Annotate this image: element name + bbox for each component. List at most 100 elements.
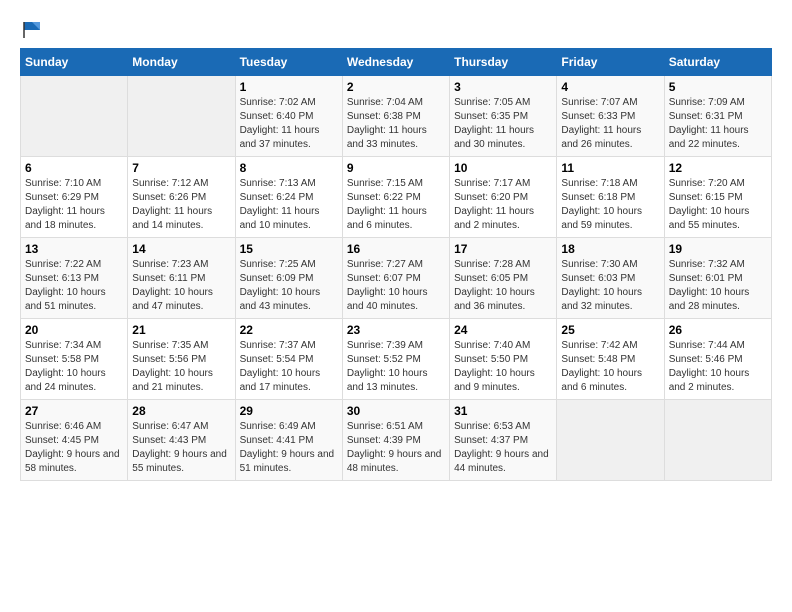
day-number: 30 bbox=[347, 404, 445, 418]
day-number: 28 bbox=[132, 404, 230, 418]
day-info: Sunrise: 7:39 AMSunset: 5:52 PMDaylight:… bbox=[347, 340, 428, 393]
calendar-cell: 6 Sunrise: 7:10 AMSunset: 6:29 PMDayligh… bbox=[21, 157, 128, 238]
calendar-cell bbox=[128, 76, 235, 157]
day-number: 23 bbox=[347, 323, 445, 337]
logo bbox=[20, 20, 42, 38]
calendar-cell: 3 Sunrise: 7:05 AMSunset: 6:35 PMDayligh… bbox=[450, 76, 557, 157]
day-number: 20 bbox=[25, 323, 123, 337]
calendar-cell: 16 Sunrise: 7:27 AMSunset: 6:07 PMDaylig… bbox=[342, 238, 449, 319]
calendar-cell: 26 Sunrise: 7:44 AMSunset: 5:46 PMDaylig… bbox=[664, 319, 771, 400]
day-number: 27 bbox=[25, 404, 123, 418]
calendar-cell: 5 Sunrise: 7:09 AMSunset: 6:31 PMDayligh… bbox=[664, 76, 771, 157]
day-number: 16 bbox=[347, 242, 445, 256]
calendar-cell: 1 Sunrise: 7:02 AMSunset: 6:40 PMDayligh… bbox=[235, 76, 342, 157]
day-number: 12 bbox=[669, 161, 767, 175]
calendar-cell: 19 Sunrise: 7:32 AMSunset: 6:01 PMDaylig… bbox=[664, 238, 771, 319]
calendar-cell: 24 Sunrise: 7:40 AMSunset: 5:50 PMDaylig… bbox=[450, 319, 557, 400]
day-info: Sunrise: 6:51 AMSunset: 4:39 PMDaylight:… bbox=[347, 421, 442, 474]
day-number: 18 bbox=[561, 242, 659, 256]
calendar-cell: 12 Sunrise: 7:20 AMSunset: 6:15 PMDaylig… bbox=[664, 157, 771, 238]
day-info: Sunrise: 7:22 AMSunset: 6:13 PMDaylight:… bbox=[25, 259, 106, 312]
day-info: Sunrise: 7:02 AMSunset: 6:40 PMDaylight:… bbox=[240, 97, 320, 150]
day-info: Sunrise: 7:40 AMSunset: 5:50 PMDaylight:… bbox=[454, 340, 535, 393]
day-number: 10 bbox=[454, 161, 552, 175]
calendar-cell: 22 Sunrise: 7:37 AMSunset: 5:54 PMDaylig… bbox=[235, 319, 342, 400]
day-info: Sunrise: 6:46 AMSunset: 4:45 PMDaylight:… bbox=[25, 421, 120, 474]
calendar-week-row: 6 Sunrise: 7:10 AMSunset: 6:29 PMDayligh… bbox=[21, 157, 772, 238]
calendar-week-row: 20 Sunrise: 7:34 AMSunset: 5:58 PMDaylig… bbox=[21, 319, 772, 400]
day-number: 26 bbox=[669, 323, 767, 337]
day-number: 6 bbox=[25, 161, 123, 175]
logo-flag-icon bbox=[22, 20, 42, 38]
day-number: 14 bbox=[132, 242, 230, 256]
weekday-header-thursday: Thursday bbox=[450, 49, 557, 76]
calendar-cell: 14 Sunrise: 7:23 AMSunset: 6:11 PMDaylig… bbox=[128, 238, 235, 319]
day-info: Sunrise: 7:37 AMSunset: 5:54 PMDaylight:… bbox=[240, 340, 321, 393]
weekday-header-saturday: Saturday bbox=[664, 49, 771, 76]
day-info: Sunrise: 7:35 AMSunset: 5:56 PMDaylight:… bbox=[132, 340, 213, 393]
weekday-header-monday: Monday bbox=[128, 49, 235, 76]
day-info: Sunrise: 7:12 AMSunset: 6:26 PMDaylight:… bbox=[132, 178, 212, 231]
day-number: 13 bbox=[25, 242, 123, 256]
day-info: Sunrise: 7:04 AMSunset: 6:38 PMDaylight:… bbox=[347, 97, 427, 150]
calendar-week-row: 13 Sunrise: 7:22 AMSunset: 6:13 PMDaylig… bbox=[21, 238, 772, 319]
day-number: 19 bbox=[669, 242, 767, 256]
calendar-cell: 23 Sunrise: 7:39 AMSunset: 5:52 PMDaylig… bbox=[342, 319, 449, 400]
day-number: 17 bbox=[454, 242, 552, 256]
calendar-cell: 27 Sunrise: 6:46 AMSunset: 4:45 PMDaylig… bbox=[21, 400, 128, 481]
calendar-cell: 29 Sunrise: 6:49 AMSunset: 4:41 PMDaylig… bbox=[235, 400, 342, 481]
day-number: 2 bbox=[347, 80, 445, 94]
day-number: 7 bbox=[132, 161, 230, 175]
calendar-cell: 30 Sunrise: 6:51 AMSunset: 4:39 PMDaylig… bbox=[342, 400, 449, 481]
day-info: Sunrise: 7:30 AMSunset: 6:03 PMDaylight:… bbox=[561, 259, 642, 312]
day-number: 1 bbox=[240, 80, 338, 94]
day-info: Sunrise: 7:23 AMSunset: 6:11 PMDaylight:… bbox=[132, 259, 213, 312]
day-info: Sunrise: 7:27 AMSunset: 6:07 PMDaylight:… bbox=[347, 259, 428, 312]
day-number: 25 bbox=[561, 323, 659, 337]
day-number: 15 bbox=[240, 242, 338, 256]
calendar-week-row: 27 Sunrise: 6:46 AMSunset: 4:45 PMDaylig… bbox=[21, 400, 772, 481]
day-number: 8 bbox=[240, 161, 338, 175]
day-number: 4 bbox=[561, 80, 659, 94]
day-number: 9 bbox=[347, 161, 445, 175]
page-header bbox=[20, 20, 772, 38]
day-info: Sunrise: 7:07 AMSunset: 6:33 PMDaylight:… bbox=[561, 97, 641, 150]
calendar-cell: 11 Sunrise: 7:18 AMSunset: 6:18 PMDaylig… bbox=[557, 157, 664, 238]
day-info: Sunrise: 7:18 AMSunset: 6:18 PMDaylight:… bbox=[561, 178, 642, 231]
day-info: Sunrise: 7:05 AMSunset: 6:35 PMDaylight:… bbox=[454, 97, 534, 150]
day-info: Sunrise: 7:44 AMSunset: 5:46 PMDaylight:… bbox=[669, 340, 750, 393]
calendar-cell: 17 Sunrise: 7:28 AMSunset: 6:05 PMDaylig… bbox=[450, 238, 557, 319]
calendar-body: 1 Sunrise: 7:02 AMSunset: 6:40 PMDayligh… bbox=[21, 76, 772, 481]
weekday-header-friday: Friday bbox=[557, 49, 664, 76]
day-number: 11 bbox=[561, 161, 659, 175]
calendar-cell: 31 Sunrise: 6:53 AMSunset: 4:37 PMDaylig… bbox=[450, 400, 557, 481]
day-info: Sunrise: 6:53 AMSunset: 4:37 PMDaylight:… bbox=[454, 421, 549, 474]
calendar-cell: 13 Sunrise: 7:22 AMSunset: 6:13 PMDaylig… bbox=[21, 238, 128, 319]
calendar-table: SundayMondayTuesdayWednesdayThursdayFrid… bbox=[20, 48, 772, 481]
calendar-cell: 7 Sunrise: 7:12 AMSunset: 6:26 PMDayligh… bbox=[128, 157, 235, 238]
calendar-cell: 9 Sunrise: 7:15 AMSunset: 6:22 PMDayligh… bbox=[342, 157, 449, 238]
calendar-cell bbox=[664, 400, 771, 481]
calendar-cell: 15 Sunrise: 7:25 AMSunset: 6:09 PMDaylig… bbox=[235, 238, 342, 319]
calendar-cell: 18 Sunrise: 7:30 AMSunset: 6:03 PMDaylig… bbox=[557, 238, 664, 319]
day-info: Sunrise: 7:15 AMSunset: 6:22 PMDaylight:… bbox=[347, 178, 427, 231]
day-info: Sunrise: 6:47 AMSunset: 4:43 PMDaylight:… bbox=[132, 421, 227, 474]
day-number: 29 bbox=[240, 404, 338, 418]
day-number: 3 bbox=[454, 80, 552, 94]
day-info: Sunrise: 7:09 AMSunset: 6:31 PMDaylight:… bbox=[669, 97, 749, 150]
calendar-week-row: 1 Sunrise: 7:02 AMSunset: 6:40 PMDayligh… bbox=[21, 76, 772, 157]
day-info: Sunrise: 7:20 AMSunset: 6:15 PMDaylight:… bbox=[669, 178, 750, 231]
day-info: Sunrise: 7:13 AMSunset: 6:24 PMDaylight:… bbox=[240, 178, 320, 231]
day-info: Sunrise: 7:32 AMSunset: 6:01 PMDaylight:… bbox=[669, 259, 750, 312]
weekday-header-tuesday: Tuesday bbox=[235, 49, 342, 76]
calendar-cell: 25 Sunrise: 7:42 AMSunset: 5:48 PMDaylig… bbox=[557, 319, 664, 400]
day-number: 24 bbox=[454, 323, 552, 337]
day-number: 5 bbox=[669, 80, 767, 94]
calendar-cell bbox=[21, 76, 128, 157]
calendar-header: SundayMondayTuesdayWednesdayThursdayFrid… bbox=[21, 49, 772, 76]
weekday-header-sunday: Sunday bbox=[21, 49, 128, 76]
calendar-cell: 4 Sunrise: 7:07 AMSunset: 6:33 PMDayligh… bbox=[557, 76, 664, 157]
calendar-cell: 8 Sunrise: 7:13 AMSunset: 6:24 PMDayligh… bbox=[235, 157, 342, 238]
day-number: 22 bbox=[240, 323, 338, 337]
day-info: Sunrise: 7:34 AMSunset: 5:58 PMDaylight:… bbox=[25, 340, 106, 393]
